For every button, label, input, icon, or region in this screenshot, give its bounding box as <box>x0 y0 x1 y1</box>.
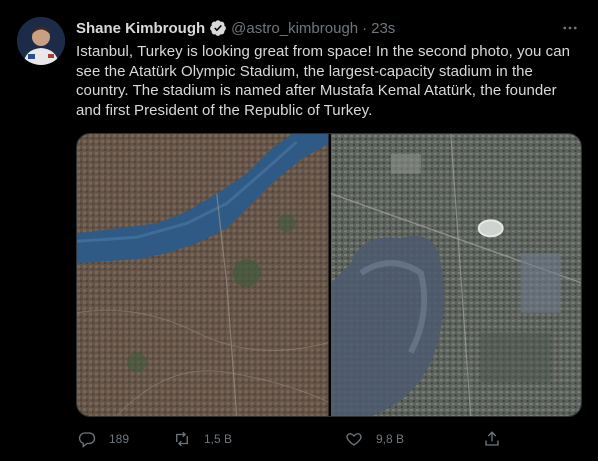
reply-button[interactable]: 189 <box>78 430 129 448</box>
satellite-photo-2 <box>330 134 581 416</box>
share-icon <box>485 431 499 446</box>
retweet-button[interactable]: 1,5 B <box>173 430 232 448</box>
more-options-icon <box>563 26 577 30</box>
separator-dot: · <box>362 19 368 37</box>
tweet-timestamp[interactable]: 23s <box>371 20 395 37</box>
like-count: 9,8 B <box>376 432 405 446</box>
satellite-photo-1 <box>77 134 329 416</box>
share-button[interactable] <box>483 430 514 448</box>
tweet-text: Istanbul, Turkey is looking great from s… <box>76 43 570 119</box>
retweet-count: 1,5 B <box>204 432 233 446</box>
astronaut-avatar-icon <box>17 17 65 65</box>
tweet-actions: 189 1,5 B 9,8 B <box>76 428 516 450</box>
photo-bosphorus[interactable] <box>77 134 329 416</box>
like-button[interactable]: 9,8 B <box>345 430 404 448</box>
media-grid <box>76 133 582 417</box>
tweet[interactable]: Shane Kimbrough @astro_kimbrough · 23s I… <box>0 0 598 461</box>
photo-stadium[interactable] <box>330 134 581 416</box>
author-avatar[interactable] <box>17 17 65 65</box>
retweet-icon <box>176 431 188 447</box>
like-icon <box>346 433 362 446</box>
more-options-button[interactable] <box>560 18 580 38</box>
reply-icon <box>78 432 96 448</box>
author-name[interactable]: Shane Kimbrough <box>76 20 205 37</box>
tweet-header: Shane Kimbrough @astro_kimbrough · 23s <box>76 18 395 38</box>
reply-count: 189 <box>109 432 130 446</box>
author-handle[interactable]: @astro_kimbrough <box>231 20 358 37</box>
verified-badge-icon <box>209 19 227 37</box>
